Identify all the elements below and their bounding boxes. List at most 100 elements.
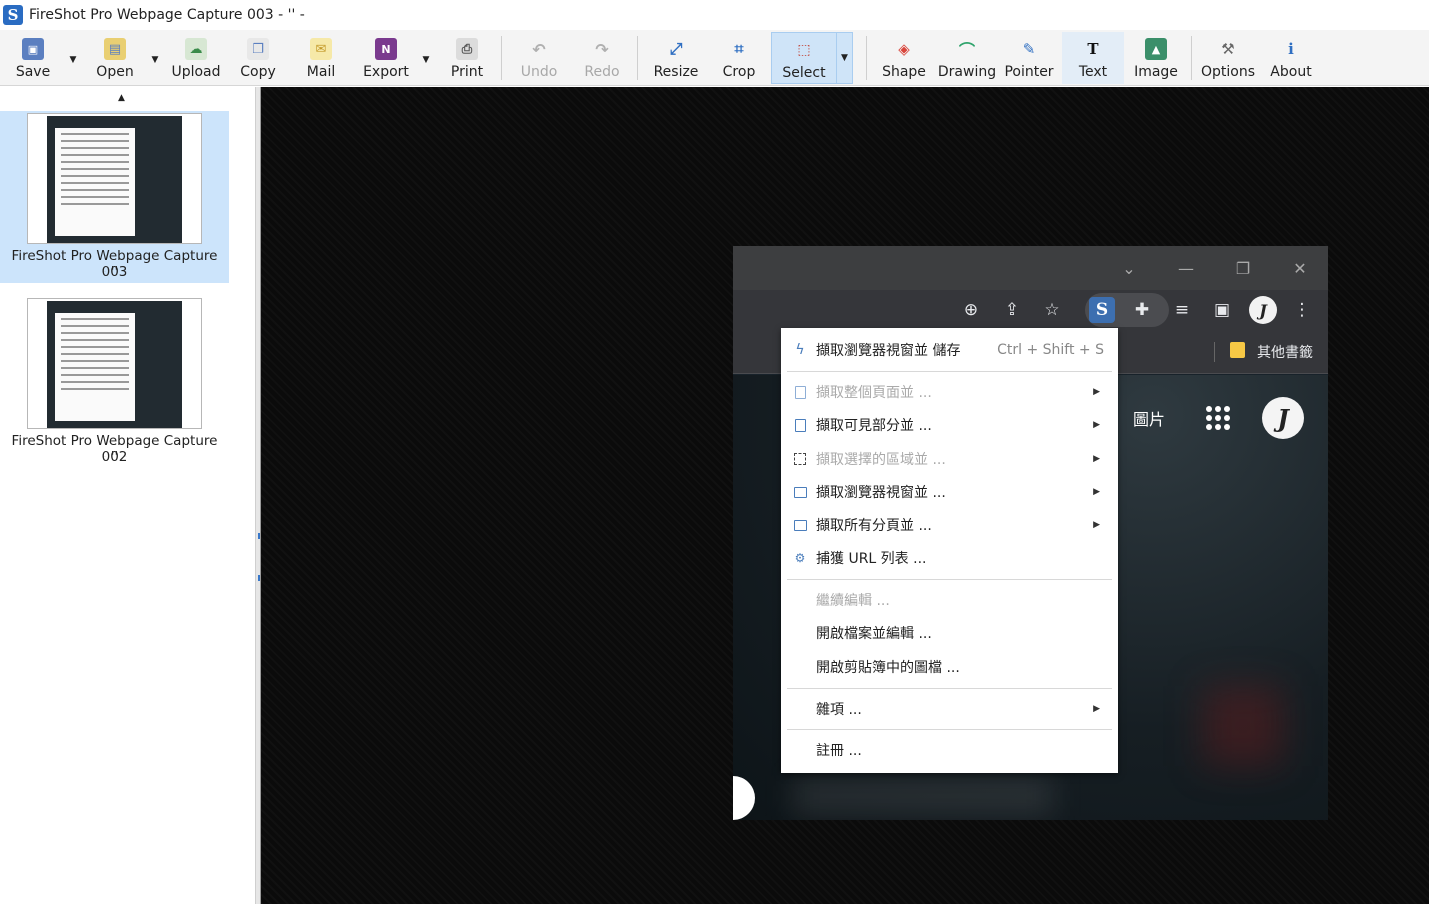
save-dropdown-arrow[interactable]: ▼ — [66, 50, 80, 70]
select-dropdown-arrow[interactable]: ▼ — [836, 32, 853, 84]
drawing-curve-icon: ⌒ — [958, 41, 975, 60]
redo-button[interactable]: ↷ Redo — [583, 32, 621, 84]
capture-thumbnail-image — [27, 298, 202, 429]
drawing-button[interactable]: ⌒ Drawing — [938, 32, 996, 84]
scroll-up-arrow-icon[interactable]: ▲ — [118, 93, 125, 103]
close-icon: ✕ — [1293, 258, 1307, 278]
media-queue-icon: ≡ — [1174, 300, 1190, 320]
minimize-icon: — — [1178, 258, 1194, 278]
submenu-arrow-icon: ▶ — [1093, 487, 1100, 497]
clipboard-copy-icon: ❐ — [247, 38, 269, 60]
lightning-icon: ϟ — [795, 342, 805, 358]
menu-item-continue-editing: 繼續編輯 ... — [816, 593, 890, 609]
undo-button[interactable]: ↶ Undo — [520, 32, 558, 84]
resize-button[interactable]: ⤢ Resize — [653, 32, 699, 84]
menu-item-register: 註冊 ... — [816, 743, 862, 759]
menu-separator — [787, 579, 1112, 580]
menu-item-capture-url-list: ⚙ 捕獲 URL 列表 ... — [794, 551, 927, 567]
pointer-pen-icon: ✎ — [1022, 40, 1036, 58]
side-panel-icon: ▣ — [1213, 300, 1231, 320]
zoom-icon: ⊕ — [963, 300, 979, 320]
selection-area-icon — [793, 452, 807, 466]
browser-window-icon — [793, 485, 807, 499]
image-button[interactable]: ▲ Image — [1133, 32, 1179, 84]
crop-button[interactable]: ⌗ Crop — [720, 32, 758, 84]
text-button[interactable]: T Text — [1062, 32, 1124, 84]
restore-icon: ❐ — [1235, 258, 1251, 278]
other-bookmarks-label: 其他書籤 — [1257, 345, 1313, 361]
folder-open-icon: ▤ — [104, 38, 126, 60]
capture-subtitle: - '' - — [101, 449, 128, 457]
floppy-disk-icon: ▣ — [22, 38, 44, 60]
page-avatar-icon: J — [1262, 397, 1304, 439]
submenu-arrow-icon: ▶ — [1093, 387, 1100, 397]
about-button[interactable]: i About — [1270, 32, 1312, 84]
blurred-light-decoration — [793, 776, 1053, 816]
open-button[interactable]: ▤ Open — [95, 32, 135, 84]
menu-separator — [787, 371, 1112, 372]
menu-item-capture-window: 擷取瀏覽器視窗並 ... ▶ — [781, 476, 1118, 508]
print-button[interactable]: ⎙ Print — [449, 32, 485, 84]
fireshot-context-menu: ϟ 擷取瀏覽器視窗並 儲存 Ctrl + Shift + S 擷取整個頁面並 .… — [781, 328, 1118, 773]
page-icon — [793, 385, 807, 399]
copy-button[interactable]: ❐ Copy — [239, 32, 277, 84]
bookmark-separator — [1214, 342, 1215, 362]
capture-thumbnail-item[interactable]: FireShot Pro Webpage Capture 002 - '' - — [0, 296, 229, 468]
export-dropdown-arrow[interactable]: ▼ — [419, 50, 433, 70]
menu-item-open-clipboard: 開啟剪貼簿中的圖檔 ... — [816, 660, 960, 676]
apps-grid-icon — [1206, 406, 1230, 430]
menu-separator — [787, 729, 1112, 730]
menu-item-capture-visible: 擷取可見部分並 ... ▶ — [781, 409, 1118, 441]
splitter-grip-mark — [258, 533, 260, 539]
tools-wrench-icon: ⚒ — [1221, 40, 1235, 58]
shortcut-text: Ctrl + Shift + S — [997, 342, 1104, 358]
images-link: 圖片 — [1133, 410, 1166, 429]
save-button[interactable]: ▣ Save — [14, 32, 52, 84]
star-bookmark-icon: ☆ — [1044, 300, 1060, 320]
toolbar-separator — [1191, 36, 1192, 80]
puzzle-extensions-icon: ✚ — [1134, 300, 1150, 320]
upload-button[interactable]: ☁ Upload — [171, 32, 221, 84]
menu-item-misc: 雜項 ... ▶ — [816, 702, 1100, 718]
image-picture-icon: ▲ — [1145, 38, 1167, 60]
pointer-button[interactable]: ✎ Pointer — [1004, 32, 1053, 84]
gears-icon: ⚙ — [794, 551, 806, 565]
upload-cloud-icon: ☁ — [185, 38, 207, 60]
submenu-arrow-icon: ▶ — [1093, 420, 1100, 430]
fireshot-extension-icon: S — [1089, 297, 1115, 323]
share-icon: ⇪ — [1004, 300, 1020, 320]
menu-item-capture-selection: 擷取選擇的區域並 ... ▶ — [781, 443, 1118, 475]
submenu-arrow-icon: ▶ — [1093, 454, 1100, 464]
capture-thumbnail-item[interactable]: FireShot Pro Webpage Capture 003 - '' - — [0, 111, 229, 283]
export-button[interactable]: N Export — [362, 32, 410, 84]
window-title: FireShot Pro Webpage Capture 003 - '' - — [29, 7, 305, 23]
main-toolbar: ▣ Save ▼ ▤ Open ▼ ☁ Upload ❐ Copy ✉ Mail… — [0, 30, 1429, 86]
profile-avatar-icon: J — [1249, 296, 1277, 324]
select-button[interactable]: ⬚ Select — [771, 32, 837, 84]
toolbar-separator — [866, 36, 867, 80]
splitter-grip-mark — [258, 575, 260, 581]
shape-icon: ◈ — [898, 40, 910, 58]
toolbar-separator — [637, 36, 638, 80]
blurred-light-decoration — [1203, 686, 1283, 766]
captures-panel: ▲ FireShot Pro Webpage Capture 003 - '' … — [0, 87, 257, 904]
fireshot-logo-icon: S — [3, 5, 23, 25]
crop-icon: ⌗ — [734, 39, 744, 58]
onenote-export-icon: N — [375, 38, 397, 60]
submenu-arrow-icon: ▶ — [1093, 520, 1100, 530]
capture-thumbnail-image — [27, 113, 202, 244]
select-cursor-icon: ⬚ — [797, 42, 811, 58]
text-t-icon: T — [1087, 40, 1099, 58]
printer-icon: ⎙ — [456, 38, 478, 60]
toolbar-separator — [501, 36, 502, 80]
shape-button[interactable]: ◈ Shape — [882, 32, 926, 84]
undo-arrow-icon: ↶ — [532, 39, 546, 59]
tabs-icon — [793, 518, 807, 532]
menu-item-capture-window-save: ϟ 擷取瀏覽器視窗並 儲存 Ctrl + Shift + S — [781, 334, 1118, 366]
open-dropdown-arrow[interactable]: ▼ — [148, 50, 162, 70]
mail-envelope-icon: ✉ — [310, 38, 332, 60]
mail-button[interactable]: ✉ Mail — [305, 32, 337, 84]
captured-screenshot[interactable]: ⌄ — ❐ ✕ ⊕ ⇪ ☆ S ✚ ≡ ▣ J ⋮ 其他書籤 圖片 J ϟ 擷取… — [733, 246, 1328, 820]
more-menu-icon: ⋮ — [1293, 300, 1311, 320]
options-button[interactable]: ⚒ Options — [1201, 32, 1255, 84]
